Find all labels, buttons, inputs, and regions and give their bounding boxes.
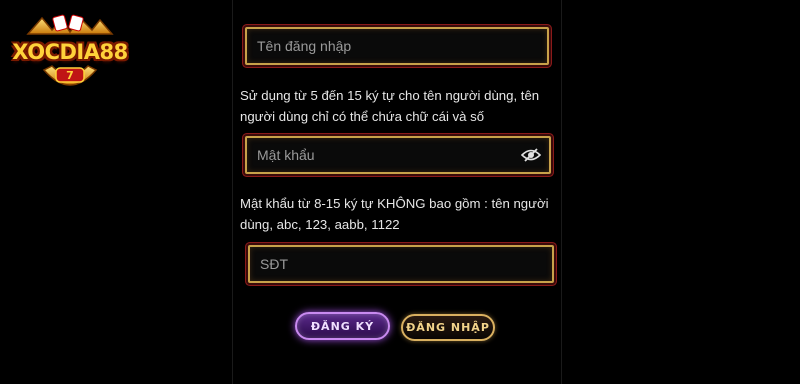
svg-text:7: 7 [66, 69, 74, 82]
logo-text: XOCDIA88 [12, 40, 128, 64]
login-button[interactable]: ĐĂNG NHẬP [401, 314, 495, 341]
phone-input[interactable] [250, 247, 552, 281]
eye-slash-icon[interactable] [520, 147, 542, 163]
username-input[interactable] [247, 29, 547, 63]
password-input[interactable] [247, 138, 549, 172]
register-button[interactable]: ĐĂNG KÝ [295, 312, 390, 340]
password-field[interactable] [245, 136, 551, 174]
brand-logo: 7 XOCDIA88 [8, 14, 132, 96]
username-field[interactable] [245, 27, 549, 65]
phone-field[interactable] [248, 245, 554, 283]
username-help-text: Sử dụng từ 5 đến 15 ký tự cho tên người … [240, 88, 540, 124]
password-help-text: Mật khẩu từ 8-15 ký tự KHÔNG bao gồm : t… [240, 196, 549, 232]
